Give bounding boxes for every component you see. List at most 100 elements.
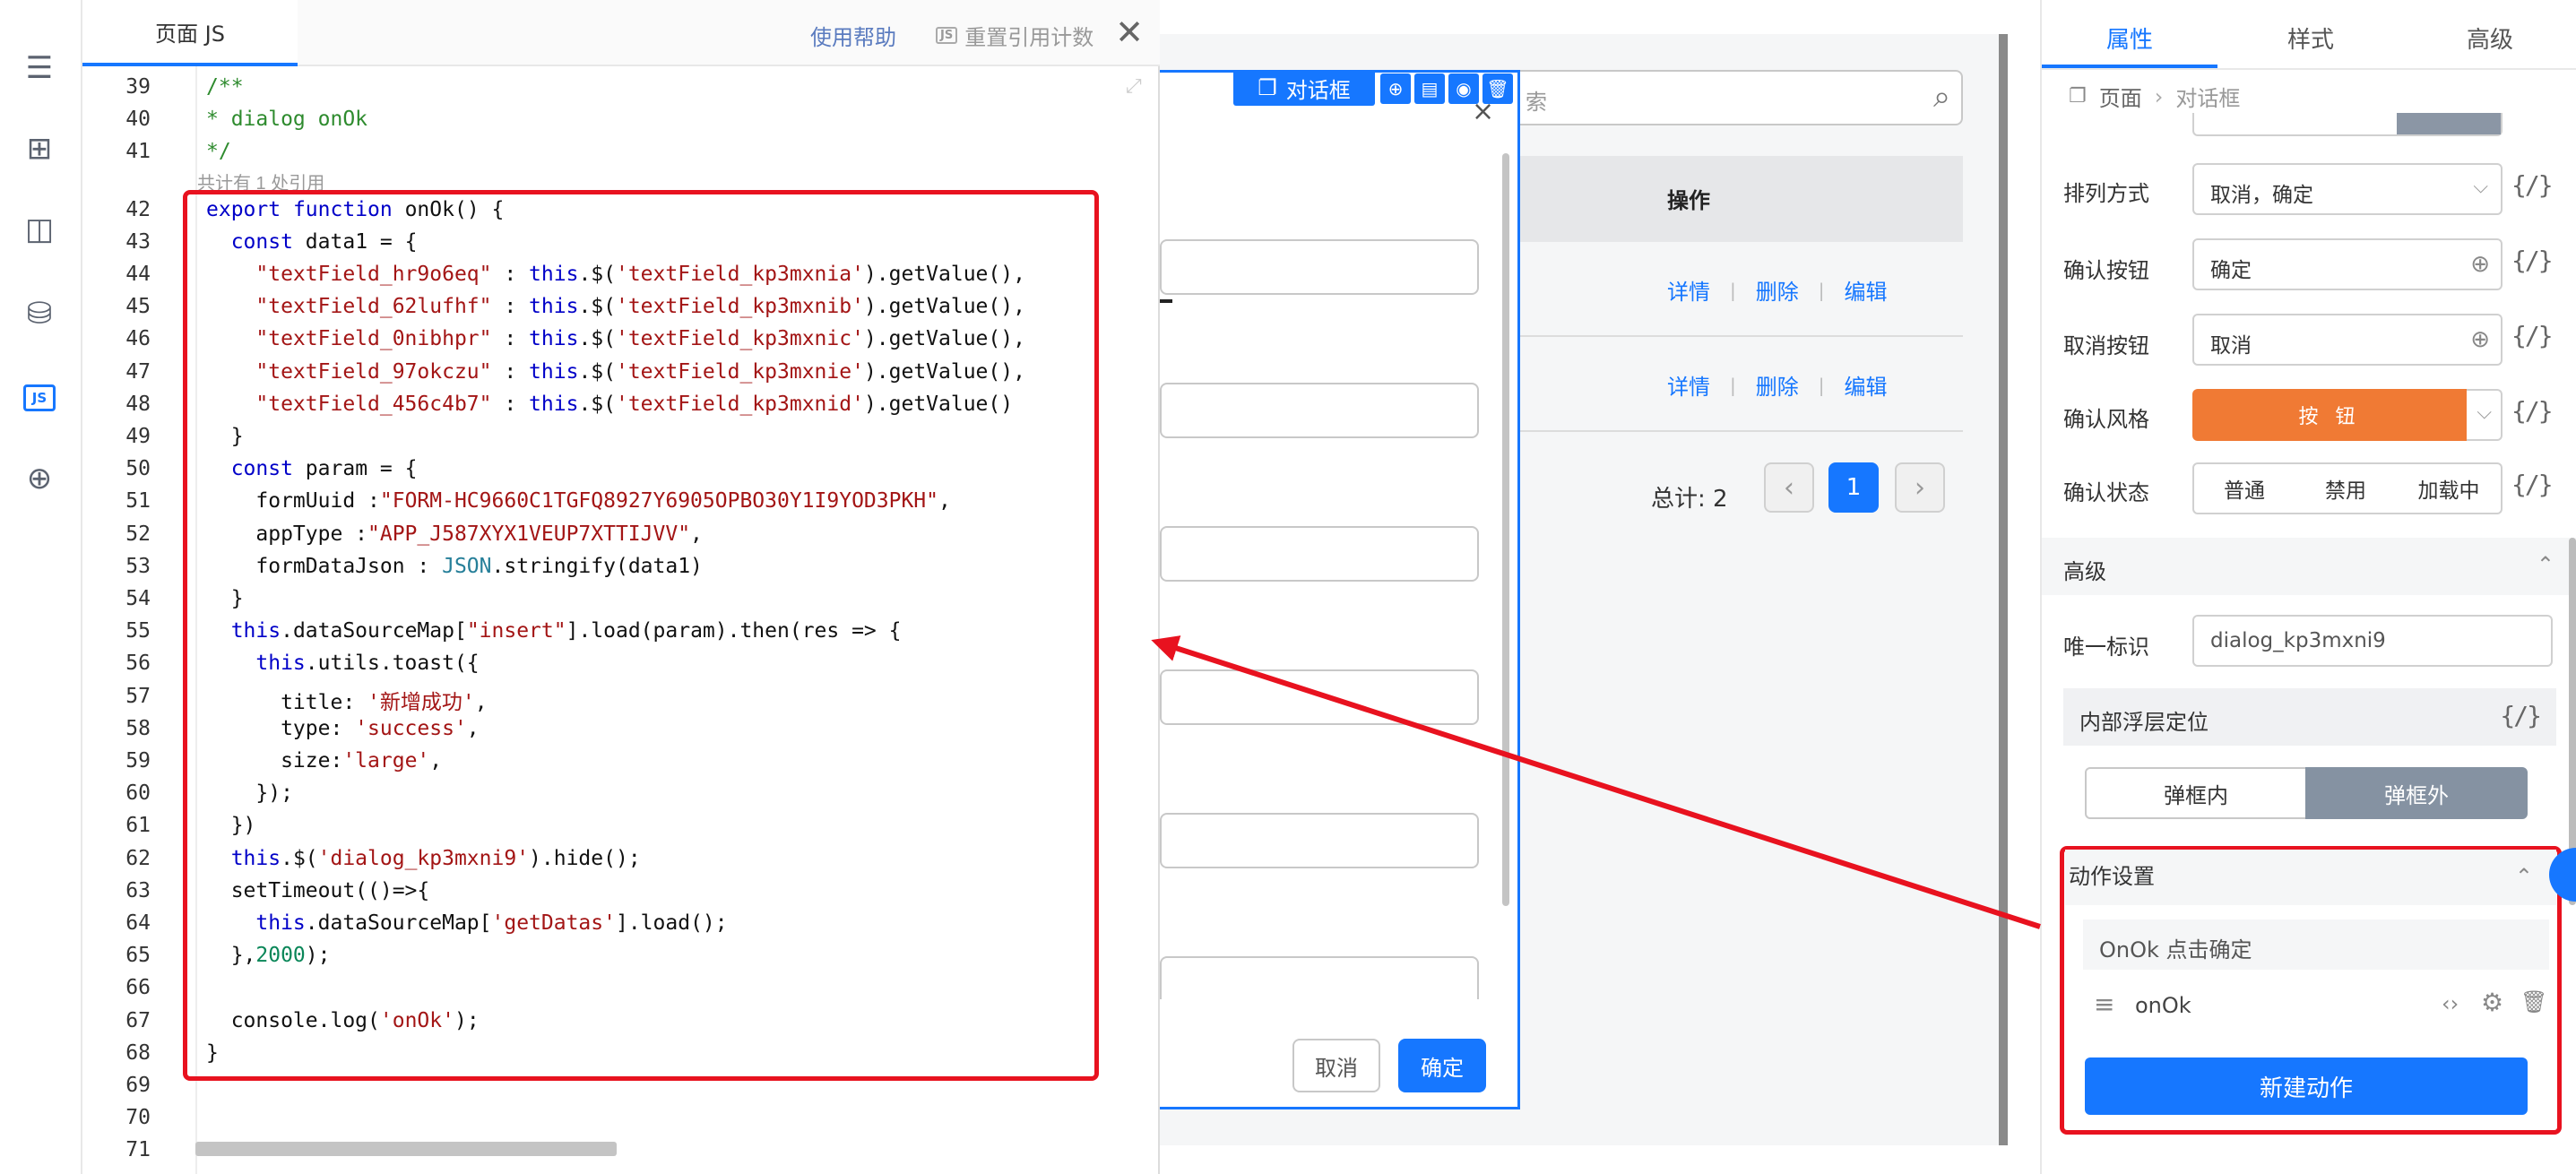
layout-icon[interactable]: ◫	[22, 211, 57, 247]
components-icon[interactable]: ⊞	[22, 131, 57, 167]
close-icon[interactable]: ✕	[1115, 13, 1144, 52]
line-number: 70	[125, 1106, 151, 1130]
js-icon[interactable]: JS	[22, 380, 57, 416]
tab-page-js[interactable]: 页面 JS	[82, 0, 298, 66]
left-rail: ☰ ⊞ ◫ ⛁ JS ⊕	[0, 0, 82, 1174]
chevron-left-icon: ‹	[1784, 471, 1794, 504]
variable-bind-icon[interactable]: {/}	[2511, 321, 2554, 350]
add-icon[interactable]: ⊕	[1380, 73, 1411, 104]
position-outside-button[interactable]: 弹框外	[2305, 767, 2528, 819]
variable-bind-icon[interactable]: {/}	[2511, 470, 2554, 499]
search-icon: ⌕	[1932, 79, 1950, 115]
breadcrumb-page[interactable]: 页面	[2099, 81, 2142, 112]
ok-style-select[interactable]: 按 钮	[2192, 389, 2467, 441]
separator: |	[1730, 374, 1736, 396]
dialog-text-field[interactable]	[1160, 813, 1479, 868]
variable-bind-icon[interactable]: {/}	[2511, 396, 2554, 426]
breadcrumb: ❐ 页面 › 对话框	[2069, 81, 2240, 112]
horizontal-scrollbar[interactable]	[195, 1142, 617, 1156]
dialog-selection-label[interactable]: ❐ 对话框	[1233, 70, 1375, 106]
outline-icon[interactable]: ☰	[22, 50, 57, 86]
advanced-section-header[interactable]: 高级 ⌃	[2042, 538, 2576, 595]
table-row: 详情 | 删除 | 编辑	[1667, 274, 1888, 306]
edit-link[interactable]: 编辑	[1845, 274, 1888, 306]
line-number: 42	[125, 197, 151, 221]
line-number: 71	[125, 1138, 151, 1162]
tab-style[interactable]: 样式	[2287, 22, 2334, 55]
line-number: 44	[125, 263, 151, 286]
delete-link[interactable]: 删除	[1756, 369, 1799, 401]
unique-id-input[interactable]: dialog_kp3mxni9	[2192, 615, 2553, 667]
drag-handle-icon[interactable]: ≡	[2094, 989, 2114, 1019]
line-number: 58	[125, 716, 151, 740]
reset-ref-count-button[interactable]: JS 重置引用计数	[936, 20, 1094, 51]
line-number: 49	[125, 425, 151, 448]
trash-icon[interactable]: 🗑	[1482, 73, 1513, 104]
dialog-ok-button[interactable]: 确定	[1398, 1039, 1486, 1092]
resize-icon[interactable]: ⤢	[1126, 75, 1142, 98]
code-line: */	[206, 140, 231, 164]
line-number: 57	[125, 684, 151, 708]
state-disabled[interactable]: 禁用	[2295, 462, 2399, 514]
help-link[interactable]: 使用帮助	[810, 20, 896, 51]
state-normal[interactable]: 普通	[2192, 462, 2296, 514]
dialog-cancel-button[interactable]: 取消	[1292, 1039, 1380, 1092]
line-number: 41	[125, 140, 151, 164]
next-page-button[interactable]: ›	[1895, 462, 1945, 513]
delete-link[interactable]: 删除	[1756, 274, 1799, 306]
dialog[interactable]: × 取消 确定	[1160, 70, 1520, 1109]
action-handler-name: onOk	[2135, 993, 2191, 1018]
new-action-button[interactable]: 新建动作	[2085, 1057, 2528, 1115]
properties-tabs: 属性 样式 高级	[2042, 0, 2576, 70]
duplicate-icon[interactable]: ▤	[1414, 73, 1445, 104]
globe-icon[interactable]: ⊕	[2470, 326, 2490, 353]
tab-properties[interactable]: 属性	[2106, 22, 2153, 55]
page-1-button[interactable]: 1	[1828, 462, 1879, 513]
dialog-text-area[interactable]	[1160, 956, 1479, 999]
datasource-icon[interactable]: ⛁	[22, 296, 57, 332]
ok-style-dropdown[interactable]: ⌵	[2467, 389, 2503, 441]
dialog-text-field[interactable]	[1160, 669, 1479, 725]
line-number: 47	[125, 359, 151, 384]
cancel-text-input[interactable]: 取消 ⊕	[2192, 314, 2503, 366]
properties-panel: 属性 样式 高级 ❐ 页面 › 对话框 排列方式 取消，确定 ⌵ {/} 确认按…	[2040, 0, 2576, 1174]
ok-text-input[interactable]: 确定 ⊕	[2192, 238, 2503, 290]
globe-icon[interactable]: ⊕	[22, 461, 57, 496]
position-inside-button[interactable]: 弹框内	[2085, 767, 2307, 819]
gear-icon[interactable]: ⚙	[2481, 988, 2503, 1017]
detail-link[interactable]: 详情	[1667, 369, 1710, 401]
tab-advanced[interactable]: 高级	[2467, 22, 2513, 55]
prev-page-button[interactable]: ‹	[1764, 462, 1814, 513]
dialog-text-field[interactable]	[1160, 239, 1479, 295]
line-number: 62	[125, 846, 151, 870]
code-icon[interactable]: ‹›	[2442, 991, 2459, 1016]
variable-bind-icon[interactable]: {/}	[2511, 246, 2554, 275]
dialog-text-field[interactable]	[1160, 383, 1479, 438]
dialog-text-field[interactable]	[1160, 526, 1479, 582]
dialog-scrollbar[interactable]	[1502, 153, 1509, 906]
breadcrumb-dialog: 对话框	[2175, 86, 2241, 111]
order-label: 排列方式	[2063, 181, 2149, 206]
line-number: 55	[125, 619, 151, 643]
code-panel-header: 页面 JS 使用帮助 JS 重置引用计数 ✕	[82, 0, 1160, 66]
state-loading[interactable]: 加载中	[2397, 462, 2503, 514]
action-settings-title: 动作设置	[2069, 864, 2155, 889]
line-number: 45	[125, 295, 151, 319]
edit-link[interactable]: 编辑	[1845, 369, 1888, 401]
eye-icon[interactable]: ◉	[1448, 73, 1479, 104]
line-number: 63	[125, 878, 151, 902]
variable-bind-icon[interactable]: {/}	[2511, 170, 2554, 200]
action-item[interactable]: ≡ onOk ‹› ⚙ 🗑	[2083, 982, 2549, 1032]
variable-bind-icon[interactable]: {/}	[2500, 701, 2542, 730]
separator: |	[1818, 374, 1825, 396]
globe-icon[interactable]: ⊕	[2470, 251, 2490, 278]
ok-state-label: 确认状态	[2063, 480, 2149, 505]
trash-icon[interactable]: 🗑	[2520, 989, 2547, 1014]
line-number: 54	[125, 587, 151, 610]
order-select[interactable]: 取消，确定 ⌵	[2192, 163, 2503, 215]
unique-id-label: 唯一标识	[2063, 634, 2149, 660]
detail-link[interactable]: 详情	[1667, 274, 1710, 306]
code-highlight-box	[183, 190, 1099, 1081]
line-number: 65	[125, 944, 151, 968]
search-input[interactable]: 索 ⌕	[1497, 70, 1963, 125]
